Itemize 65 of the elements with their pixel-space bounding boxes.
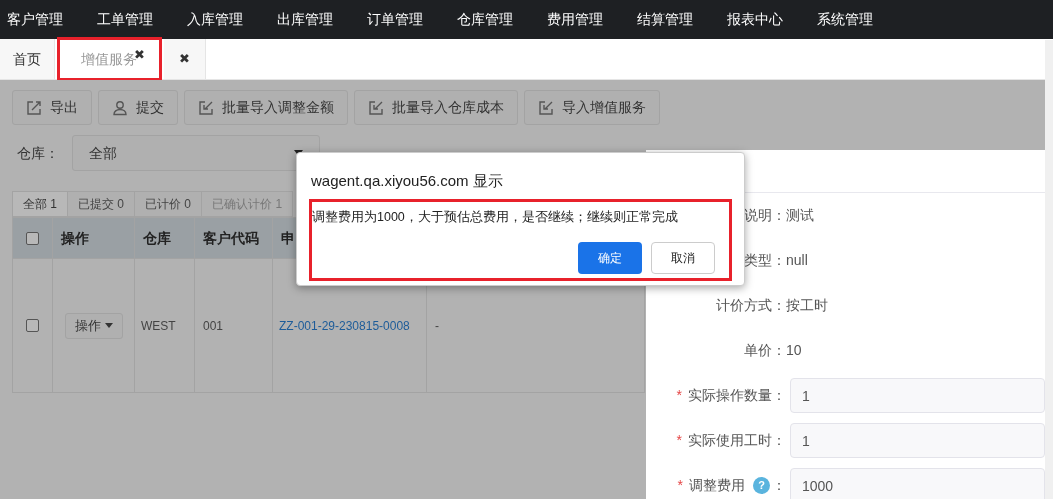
toolbar-button[interactable]: 导出	[12, 90, 92, 125]
input-field[interactable]: 1	[790, 423, 1045, 458]
input-field[interactable]: 1	[790, 378, 1045, 413]
page-tab[interactable]: 增值服务✖	[59, 39, 160, 79]
close-icon[interactable]: ✖	[177, 49, 192, 69]
nav-menu-item[interactable]: 订单管理	[361, 9, 429, 30]
field-label: 实际操作数量：	[688, 386, 786, 405]
nav-menu-item[interactable]: 报表中心	[721, 9, 789, 30]
column-header: 仓库	[143, 228, 171, 248]
user-icon	[112, 99, 128, 116]
cancel-button[interactable]: 取消	[651, 242, 715, 275]
import-icon	[198, 99, 214, 116]
dialog-title: wagent.qa.xiyou56.com 显示	[310, 171, 504, 191]
nav-menu-item[interactable]: 系统管理	[811, 9, 879, 30]
field-value: 测试	[786, 206, 814, 225]
field-value: null	[786, 251, 808, 270]
warehouse-select[interactable]: 全部	[72, 135, 320, 171]
export-icon	[26, 99, 42, 116]
nav-menu-item[interactable]: 入库管理	[181, 9, 249, 30]
field-label: 说明：	[744, 206, 786, 225]
nav-menu-item[interactable]: 客户管理	[1, 9, 69, 30]
close-icon[interactable]: ✖	[134, 45, 145, 65]
table-cell-text: WEST	[141, 317, 176, 335]
field-label: 调整费用	[689, 476, 745, 495]
field-label: 类型：	[744, 251, 786, 270]
confirm-button[interactable]: 确定	[578, 242, 642, 275]
field-label: 计价方式：	[716, 296, 786, 315]
nav-menu-item[interactable]: 费用管理	[541, 9, 609, 30]
required-mark: *	[677, 476, 683, 495]
toolbar-button[interactable]: 提交	[98, 90, 178, 125]
input-field[interactable]: 1000	[790, 468, 1045, 499]
dialog-message: 调整费用为1000，大于预估总费用，是否继续；继续则正常完成	[312, 208, 679, 226]
action-dropdown[interactable]: 操作	[64, 312, 123, 339]
required-mark: *	[676, 431, 682, 450]
nav-menu-item[interactable]: 工单管理	[91, 9, 159, 30]
status-tab[interactable]: 已计价 0	[134, 191, 203, 217]
toolbar-button[interactable]: 批量导入仓库成本	[354, 90, 518, 125]
page-tab[interactable]: 首页	[0, 39, 55, 79]
field-label: 单价：	[744, 341, 786, 360]
status-tab[interactable]: 已提交 0	[67, 191, 136, 217]
import-icon	[368, 99, 384, 116]
nav-menu-item[interactable]: 出库管理	[271, 9, 339, 30]
nav-menu-item[interactable]: 结算管理	[631, 9, 699, 30]
page-tab[interactable]: ✖	[164, 39, 206, 79]
scrollbar[interactable]	[1045, 40, 1053, 499]
table-cell-text: -	[435, 317, 439, 335]
checkbox[interactable]	[26, 231, 39, 245]
nav-menu-item[interactable]: 仓库管理	[451, 9, 519, 30]
column-header: 申	[281, 228, 295, 248]
field-label: 实际使用工时：	[688, 431, 786, 450]
field-colon: ：	[772, 476, 786, 495]
checkbox[interactable]	[26, 319, 39, 332]
toolbar-button[interactable]: 导入增值服务	[524, 90, 660, 125]
field-value: 按工时	[786, 296, 828, 315]
table-cell-text: 001	[203, 317, 224, 335]
status-tab[interactable]: 全部 1	[12, 191, 68, 217]
column-header: 操作	[61, 228, 89, 248]
toolbar-button[interactable]: 批量导入调整金额	[184, 90, 348, 125]
field-value: 10	[786, 341, 802, 360]
filter-label: 仓库：	[17, 143, 59, 163]
required-mark: *	[676, 386, 682, 405]
caret-icon	[104, 323, 113, 328]
column-header: 客户代码	[203, 228, 259, 248]
import-icon	[538, 99, 554, 116]
tab-label: 首页	[13, 49, 41, 69]
